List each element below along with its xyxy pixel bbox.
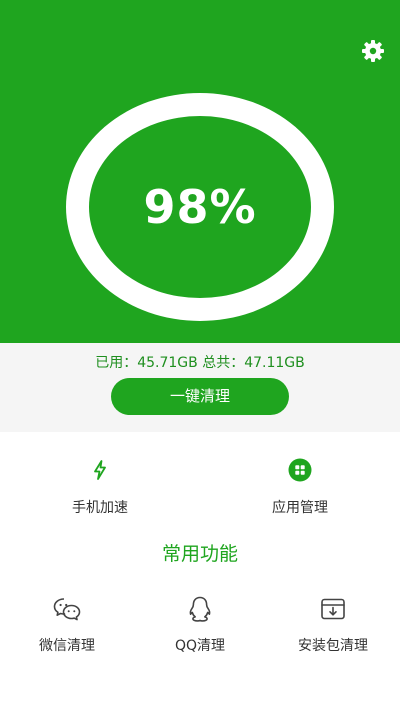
phone-speedup-button[interactable]: 手机加速 (25, 452, 175, 524)
phone-speedup-label: 手机加速 (72, 500, 128, 516)
storage-usage-text: 已用：45.71GB 总共：47.11GB (0, 353, 400, 373)
qq-clean-button[interactable]: QQ清理 (140, 592, 260, 662)
used-value: 45.71GB (137, 355, 198, 371)
total-value: 47.11GB (244, 355, 305, 371)
qq-clean-label: QQ清理 (174, 638, 226, 654)
app-manager-label: 应用管理 (272, 500, 328, 516)
app-manager-button[interactable]: 应用管理 (225, 452, 375, 524)
section-title-common-features: 常用功能 (161, 543, 238, 565)
wechat-clean-button[interactable]: 微信清理 (7, 592, 127, 662)
package-clean-label: 安装包清理 (298, 638, 368, 654)
hero-panel: 98% (0, 0, 400, 343)
qq-penguin-icon (185, 594, 215, 624)
wechat-icon (52, 594, 82, 624)
storage-summary: 已用：45.71GB 总共：47.11GB 一键清理 (0, 343, 400, 432)
lightning-icon (88, 458, 112, 482)
total-label: 总共： (202, 355, 245, 371)
one-click-clean-button[interactable]: 一键清理 (111, 378, 289, 415)
used-label: 已用： (95, 355, 138, 371)
wechat-clean-label: 微信清理 (39, 638, 95, 654)
package-clean-button[interactable]: 安装包清理 (273, 592, 393, 662)
usage-percent: 98% (143, 180, 257, 234)
apps-grid-icon (288, 458, 312, 482)
package-box-icon (318, 594, 348, 624)
gear-icon[interactable] (361, 39, 385, 63)
